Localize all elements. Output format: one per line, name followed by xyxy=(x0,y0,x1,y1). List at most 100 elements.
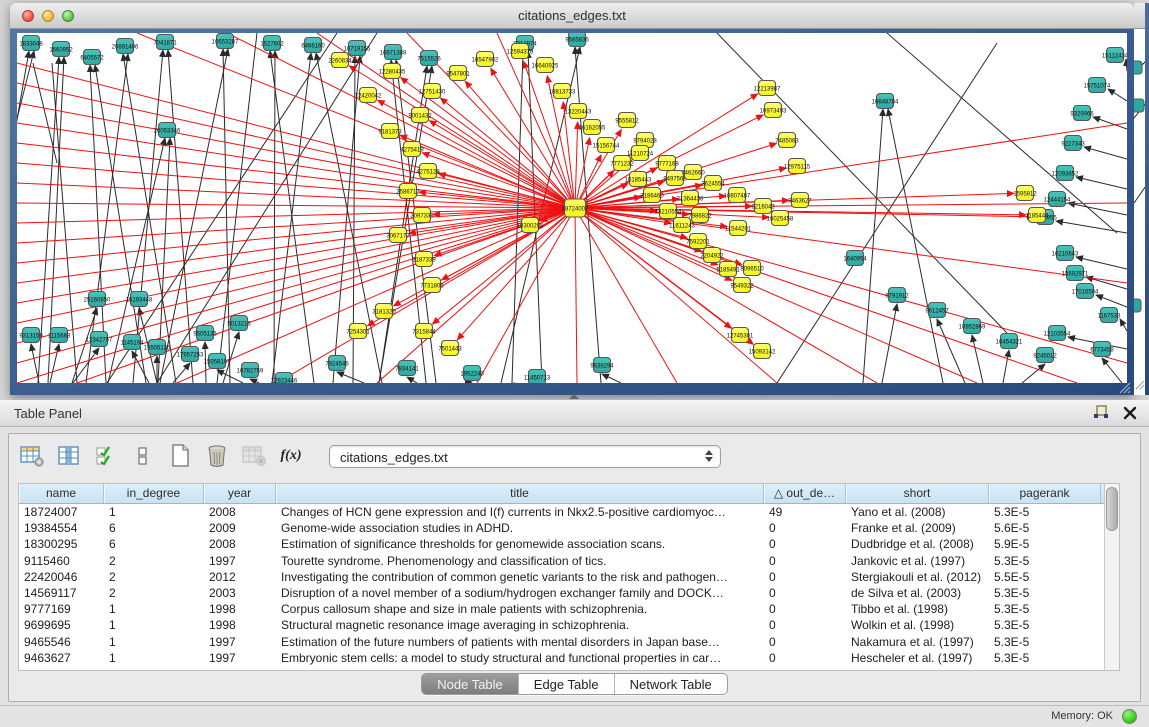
column-header[interactable]: title xyxy=(276,484,764,503)
table-cell[interactable]: 5.5E-5 xyxy=(989,569,1101,585)
table-cell[interactable]: 5.3E-5 xyxy=(989,585,1101,601)
table-cell[interactable]: 1998 xyxy=(204,617,276,633)
graph-node[interactable]: 12213987 xyxy=(754,81,781,96)
graph-node[interactable]: 9777169 xyxy=(655,156,679,171)
column-header[interactable]: in_degree xyxy=(104,484,204,503)
table-cell[interactable]: 5.6E-5 xyxy=(989,520,1101,536)
graph-node[interactable]: 9612457 xyxy=(925,303,949,318)
table-cell[interactable]: Estimation of the future numbers of pati… xyxy=(276,634,764,650)
network-graph[interactable]: 1833048166095264055722069140670418711065… xyxy=(17,33,1127,383)
graph-node[interactable]: 7834141 xyxy=(395,361,419,376)
graph-node[interactable]: 10952869 xyxy=(959,319,986,334)
graph-node[interactable]: 12342757 xyxy=(86,332,113,347)
graph-node[interactable]: 17957253 xyxy=(177,347,204,362)
table-cell[interactable]: 2012 xyxy=(204,569,276,585)
table-cell[interactable]: Structural magnetic resonance image aver… xyxy=(276,617,764,633)
table-cell[interactable]: 18300295 xyxy=(19,536,104,552)
graph-node[interactable]: 9001432 xyxy=(408,108,432,123)
graph-node[interactable]: 9505135 xyxy=(193,326,217,341)
graph-node[interactable]: 16640925 xyxy=(532,58,559,73)
new-table-icon[interactable] xyxy=(167,443,193,469)
graph-node[interactable]: 18724007 xyxy=(562,199,589,217)
table-cell[interactable]: Jankovic et al. (1997) xyxy=(846,553,989,569)
network-canvas[interactable]: 1833048166095264055722069140670418711065… xyxy=(17,33,1127,383)
table-cell[interactable]: 2008 xyxy=(204,504,276,520)
graph-node[interactable]: 16454321 xyxy=(996,334,1023,349)
graph-node[interactable] xyxy=(1134,299,1141,312)
graph-node[interactable]: 1595812 xyxy=(1013,186,1037,201)
function-builder-icon[interactable]: f(x) xyxy=(278,443,304,469)
table-cell[interactable]: 5.9E-5 xyxy=(989,536,1101,552)
graph-node[interactable]: 15692971 xyxy=(1062,266,1089,281)
table-cell[interactable]: 1 xyxy=(104,634,204,650)
graph-node[interactable]: 2260834 xyxy=(328,53,352,68)
graph-node[interactable]: 3181320 xyxy=(372,304,396,319)
table-cell[interactable]: Tourette syndrome. Phenomenology and cla… xyxy=(276,553,764,569)
graph-node[interactable]: 1185444 xyxy=(1026,208,1050,223)
graph-node[interactable]: 20691406 xyxy=(112,39,139,54)
table-selector-dropdown[interactable]: citations_edges.txt xyxy=(329,445,721,468)
graph-node[interactable]: 3067177 xyxy=(386,228,410,243)
graph-node[interactable]: 16648784 xyxy=(872,94,899,109)
table-row[interactable]: 1872400712008Changes of HCN gene express… xyxy=(19,504,1119,520)
graph-node[interactable]: 1115688 xyxy=(48,328,71,343)
table-cell[interactable]: 6 xyxy=(104,520,204,536)
table-row[interactable]: 946554611997Estimation of the future num… xyxy=(19,634,1119,650)
row-select-icon[interactable] xyxy=(93,443,119,469)
table-cell[interactable]: 9777169 xyxy=(19,601,104,617)
table-cell[interactable]: Estimation of significance thresholds fo… xyxy=(276,536,764,552)
table-cell[interactable]: Changes of HCN gene expression and I(f) … xyxy=(276,504,764,520)
graph-node[interactable]: 10807487 xyxy=(724,188,751,203)
graph-node[interactable]: 7771232 xyxy=(610,156,634,171)
table-cell[interactable]: 14569117 xyxy=(19,585,104,601)
graph-node[interactable]: 6405572 xyxy=(80,50,104,65)
table-cell[interactable]: 9699695 xyxy=(19,617,104,633)
table-cell[interactable]: 0 xyxy=(764,634,846,650)
table-cell[interactable]: 5.3E-5 xyxy=(989,617,1101,633)
graph-node[interactable]: 3586712 xyxy=(396,184,420,199)
graph-node[interactable]: 11450713 xyxy=(524,370,551,384)
table-cell[interactable]: 2 xyxy=(104,553,204,569)
graph-node[interactable]: 9463627 xyxy=(788,193,812,208)
graph-node[interactable]: 4275419 xyxy=(400,142,424,157)
delete-table-icon[interactable] xyxy=(204,443,230,469)
background-window-sliver[interactable] xyxy=(1134,3,1149,395)
graph-node[interactable]: 3186460 xyxy=(640,188,664,203)
graph-node[interactable]: 12444154 xyxy=(1044,192,1071,207)
graph-node[interactable]: 6791912 xyxy=(885,288,909,303)
graph-node[interactable]: 15751074 xyxy=(1084,78,1111,93)
scrollbar-thumb[interactable] xyxy=(1106,487,1118,531)
tab-network-table[interactable]: Network Table xyxy=(615,674,727,694)
graph-node[interactable]: 16547902 xyxy=(472,52,499,67)
table-row[interactable]: 1456911722003Disruption of a novel membe… xyxy=(19,585,1119,601)
graph-node[interactable]: 8096510 xyxy=(740,261,764,276)
table-cell[interactable]: 1 xyxy=(104,617,204,633)
table-settings-icon[interactable] xyxy=(19,443,45,469)
table-cell[interactable]: 1997 xyxy=(204,634,276,650)
graph-node[interactable]: 12280435 xyxy=(379,64,406,79)
column-header[interactable]: △ out_de… xyxy=(764,484,846,503)
table-cell[interactable]: 5.3E-5 xyxy=(989,553,1101,569)
table-cell[interactable]: 18724007 xyxy=(19,504,104,520)
graph-node[interactable]: 1660952 xyxy=(49,42,73,57)
graph-node[interactable]: 3624554 xyxy=(701,176,725,191)
graph-node[interactable] xyxy=(1134,61,1142,74)
close-panel-icon[interactable] xyxy=(1123,406,1137,420)
graph-node[interactable]: 16782759 xyxy=(237,363,264,378)
table-row[interactable]: 969969511998Structural magnetic resonanc… xyxy=(19,617,1119,633)
graph-node[interactable]: 7515526 xyxy=(417,51,441,66)
table-cell[interactable]: 0 xyxy=(764,553,846,569)
window-titlebar[interactable]: citations_edges.txt xyxy=(10,3,1134,29)
table-cell[interactable]: Corpus callosum shape and size in male p… xyxy=(276,601,764,617)
graph-node[interactable]: 9638294 xyxy=(590,358,614,373)
table-cell[interactable]: 1997 xyxy=(204,650,276,666)
table-cell[interactable]: 49 xyxy=(764,504,846,520)
table-cell[interactable]: 1 xyxy=(104,504,204,520)
table-cell[interactable]: 2 xyxy=(104,569,204,585)
graph-node[interactable]: 9549322 xyxy=(730,278,754,293)
table-cell[interactable]: 0 xyxy=(764,585,846,601)
rows-icon[interactable] xyxy=(130,443,156,469)
graph-node[interactable]: 6466160 xyxy=(301,38,325,53)
table-cell[interactable]: Disruption of a novel member of a sodium… xyxy=(276,585,764,601)
graph-node[interactable]: 9329966 xyxy=(1070,106,1094,121)
